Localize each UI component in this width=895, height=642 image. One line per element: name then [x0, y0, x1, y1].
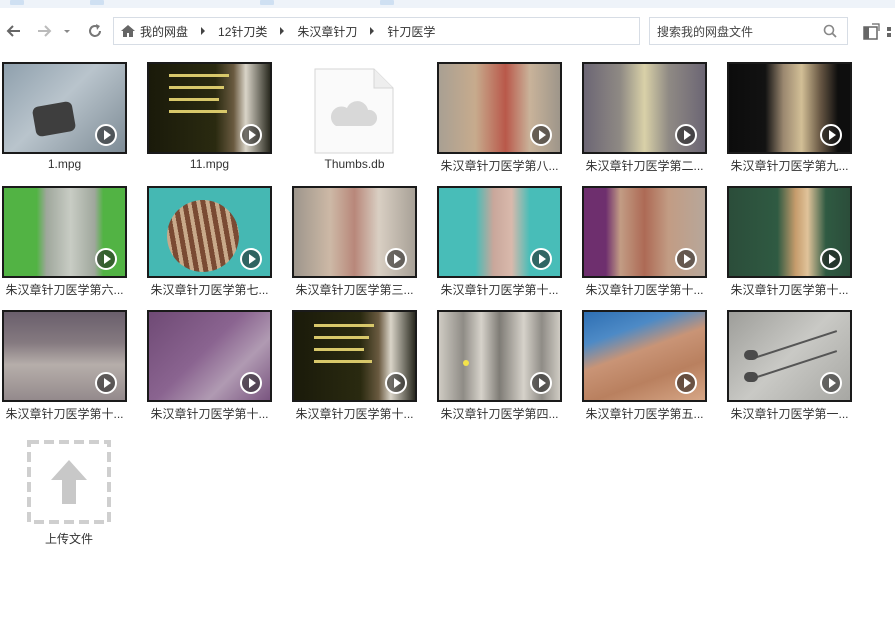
chevron-down-icon[interactable] [61, 22, 73, 42]
file-item[interactable]: 朱汉章针刀医学第十... [2, 310, 127, 428]
file-name: 朱汉章针刀医学第十... [730, 283, 849, 297]
file-name: 朱汉章针刀医学第九... [730, 159, 849, 173]
file-item[interactable]: 朱汉章针刀医学第十... [437, 186, 562, 304]
file-name: 朱汉章针刀医学第七... [150, 283, 269, 297]
play-icon [820, 124, 842, 146]
video-thumbnail [727, 310, 852, 402]
play-icon [240, 124, 262, 146]
play-icon [95, 372, 117, 394]
file-name: 朱汉章针刀医学第十... [295, 407, 414, 421]
play-icon [95, 124, 117, 146]
document-icon [314, 68, 394, 154]
file-item[interactable]: 朱汉章针刀医学第四... [437, 310, 562, 428]
breadcrumb-label: 针刀医学 [387, 24, 436, 39]
file-name: 朱汉章针刀医学第八... [440, 159, 559, 173]
play-icon [530, 124, 552, 146]
play-icon [530, 372, 552, 394]
chevron-right-icon [279, 24, 285, 38]
file-item[interactable]: 朱汉章针刀医学第六... [2, 186, 127, 304]
file-item[interactable]: 朱汉章针刀医学第十... [292, 310, 417, 428]
breadcrumb-item-current[interactable]: 针刀医学 [387, 23, 435, 40]
refresh-icon[interactable] [86, 22, 106, 42]
grid-view-icon[interactable] [886, 23, 895, 41]
upload-icon [27, 440, 111, 524]
file-name: 朱汉章针刀医学第六... [5, 283, 124, 297]
video-thumbnail [582, 310, 707, 402]
file-name: 1.mpg [47, 157, 82, 171]
file-item[interactable]: 朱汉章针刀医学第八... [437, 62, 562, 180]
play-icon [530, 248, 552, 270]
file-name: 朱汉章针刀医学第二... [585, 159, 704, 173]
video-thumbnail [437, 186, 562, 278]
file-name: 朱汉章针刀医学第十... [5, 407, 124, 421]
file-item[interactable]: 朱汉章针刀医学第五... [582, 310, 707, 428]
video-thumbnail [437, 310, 562, 402]
arrow-left-icon[interactable] [5, 22, 25, 42]
video-thumbnail [292, 186, 417, 278]
video-thumbnail [2, 62, 127, 154]
file-name: 朱汉章针刀医学第十... [150, 407, 269, 421]
layout-toggle-icon[interactable] [862, 23, 880, 41]
chevron-right-icon [200, 24, 206, 38]
video-thumbnail [727, 186, 852, 278]
breadcrumb-item[interactable]: 12针刀类 [218, 23, 297, 40]
play-icon [240, 248, 262, 270]
toolbar: 我的网盘 12针刀类 朱汉章针刀 针刀医学 [0, 14, 895, 50]
breadcrumb-item-root[interactable]: 我的网盘 [140, 23, 218, 40]
search-box [649, 17, 848, 46]
file-name: Thumbs.db [324, 157, 385, 171]
play-icon [820, 248, 842, 270]
file-item[interactable]: 朱汉章针刀医学第三... [292, 186, 417, 304]
file-item[interactable]: Thumbs.db [292, 62, 417, 180]
video-thumbnail [147, 62, 272, 154]
file-name: 11.mpg [189, 157, 230, 171]
video-thumbnail [147, 186, 272, 278]
file-name: 朱汉章针刀医学第十... [440, 283, 559, 297]
play-icon [385, 372, 407, 394]
home-icon[interactable] [120, 23, 136, 39]
file-item[interactable]: 朱汉章针刀医学第十... [727, 186, 852, 304]
file-item[interactable]: 朱汉章针刀医学第七... [147, 186, 272, 304]
search-input[interactable] [650, 18, 819, 46]
top-strip [0, 0, 895, 8]
file-name: 朱汉章针刀医学第四... [440, 407, 559, 421]
file-item[interactable]: 朱汉章针刀医学第十... [147, 310, 272, 428]
chevron-right-icon [369, 24, 375, 38]
file-name: 朱汉章针刀医学第五... [585, 407, 704, 421]
address-bar[interactable]: 我的网盘 12针刀类 朱汉章针刀 针刀医学 [113, 17, 640, 45]
play-icon [675, 248, 697, 270]
play-icon [240, 372, 262, 394]
video-thumbnail [292, 310, 417, 402]
breadcrumb-label: 朱汉章针刀 [297, 24, 358, 39]
upload-button[interactable] [27, 440, 111, 524]
play-icon [675, 124, 697, 146]
file-item[interactable]: 朱汉章针刀医学第九... [727, 62, 852, 180]
breadcrumb-item[interactable]: 朱汉章针刀 [297, 23, 387, 40]
video-thumbnail [2, 310, 127, 402]
video-thumbnail [582, 62, 707, 154]
video-thumbnail [437, 62, 562, 154]
file-item[interactable]: 1.mpg [2, 62, 127, 180]
play-icon [95, 248, 117, 270]
video-thumbnail [2, 186, 127, 278]
file-item[interactable]: 朱汉章针刀医学第十... [582, 186, 707, 304]
play-icon [675, 372, 697, 394]
arrow-right-icon[interactable] [35, 22, 55, 42]
play-icon [385, 248, 407, 270]
breadcrumb-label: 12针刀类 [218, 24, 268, 39]
file-item[interactable]: 朱汉章针刀医学第二... [582, 62, 707, 180]
file-item[interactable]: 朱汉章针刀医学第一... [727, 310, 852, 428]
file-item[interactable]: 11.mpg [147, 62, 272, 180]
video-thumbnail [582, 186, 707, 278]
file-name: 朱汉章针刀医学第十... [585, 283, 704, 297]
video-thumbnail [147, 310, 272, 402]
file-name: 朱汉章针刀医学第三... [295, 283, 414, 297]
search-icon[interactable] [823, 24, 837, 38]
upload-label: 上传文件 [44, 532, 93, 546]
breadcrumb-label: 我的网盘 [140, 24, 189, 39]
video-thumbnail [727, 62, 852, 154]
play-icon [820, 372, 842, 394]
file-name: 朱汉章针刀医学第一... [730, 407, 849, 421]
